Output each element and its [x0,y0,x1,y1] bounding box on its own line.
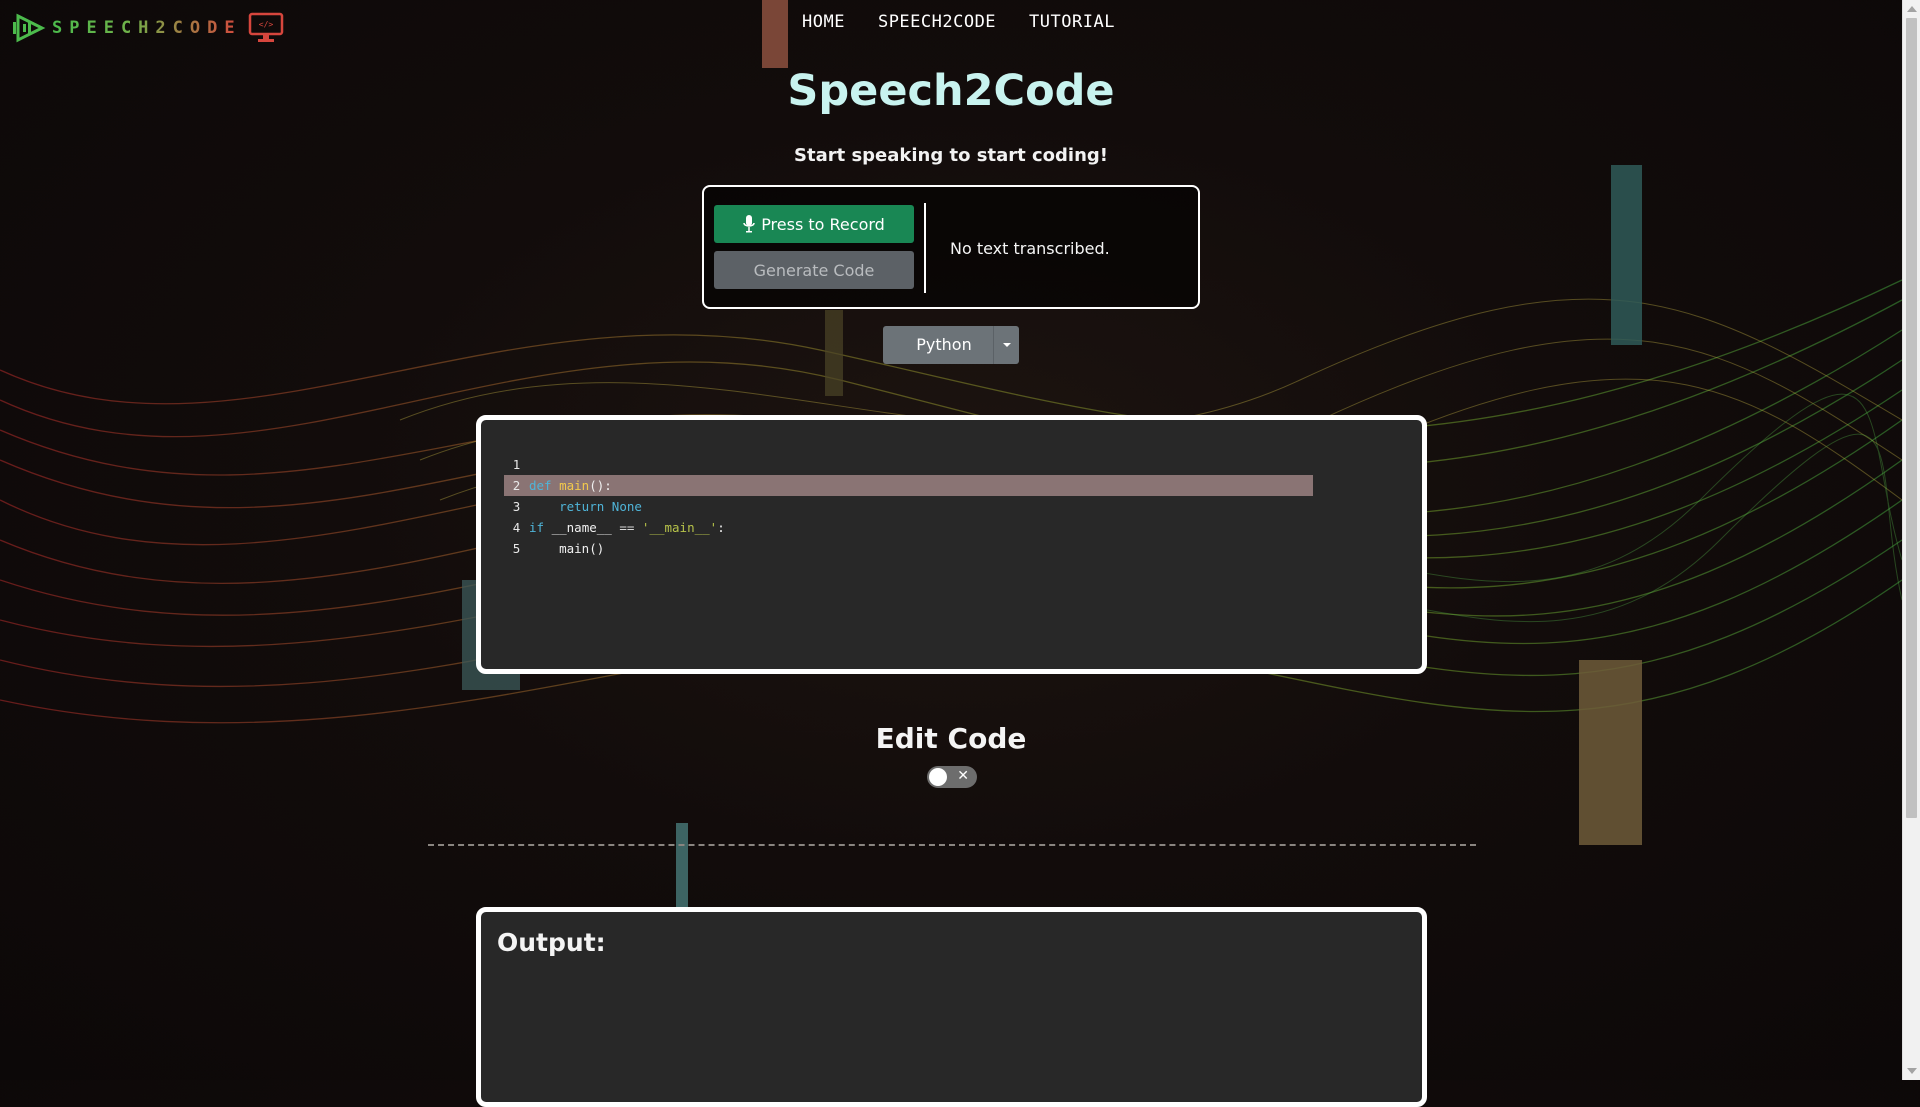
code-editor[interactable]: 1 2 def main(): 3 return None 4 if __nam… [476,415,1427,674]
output-title: Output: [497,928,606,957]
code-line-active[interactable]: 2 def main(): [504,475,1313,496]
language-dropdown[interactable]: Python [883,326,1019,364]
dropdown-toggle[interactable] [993,326,1020,364]
code-line[interactable]: 1 [504,454,1313,475]
close-icon: ✕ [957,768,969,784]
line-code: if __name__ == '__main__': [529,520,725,535]
transcript-text: No text transcribed. [950,239,1110,258]
top-nav: HOME SPEECH2CODE TUTORIAL [802,12,1115,32]
line-number: 1 [512,457,521,472]
nav-home[interactable]: HOME [802,12,845,32]
line-number: 3 [512,499,521,514]
page-subtitle: Start speaking to start coding! [794,145,1108,166]
microphone-icon [743,215,755,233]
line-number: 5 [512,541,521,556]
svg-text:</>: </> [258,20,273,29]
code-line[interactable]: 4 if __name__ == '__main__': [504,517,1313,538]
edit-code-title: Edit Code [875,722,1027,755]
nav-speech2code[interactable]: SPEECH2CODE [878,12,996,32]
play-logo-icon [13,13,46,43]
line-number: 2 [512,478,521,493]
section-divider [428,844,1476,846]
app-logo[interactable]: SPEECH2CODE </> [12,12,284,44]
recorder-divider [924,203,926,293]
recorder-panel: Press to Record Generate Code No text tr… [702,185,1200,309]
code-line[interactable]: 5 main() [504,538,1313,559]
record-button-label: Press to Record [761,214,885,234]
generate-code-button[interactable]: Generate Code [714,251,914,289]
output-panel: Output: [476,907,1427,1107]
edit-code-toggle[interactable]: ✕ [927,766,977,788]
code-lines: 1 2 def main(): 3 return None 4 if __nam… [504,454,1313,559]
line-number: 4 [512,520,521,535]
language-selected: Python [916,335,972,354]
code-line[interactable]: 3 return None [504,496,1313,517]
record-button[interactable]: Press to Record [714,205,914,243]
generate-button-label: Generate Code [753,260,875,280]
page-title: Speech2Code [787,66,1115,116]
logo-text: SPEECH2CODE [52,18,242,38]
line-code: return None [559,499,642,514]
toggle-knob [929,768,947,786]
nav-tutorial[interactable]: TUTORIAL [1029,12,1115,32]
caret-down-icon [1003,343,1011,347]
line-code: main() [529,541,605,556]
line-code: def main(): [529,478,612,493]
monitor-code-icon: </> [248,12,283,42]
